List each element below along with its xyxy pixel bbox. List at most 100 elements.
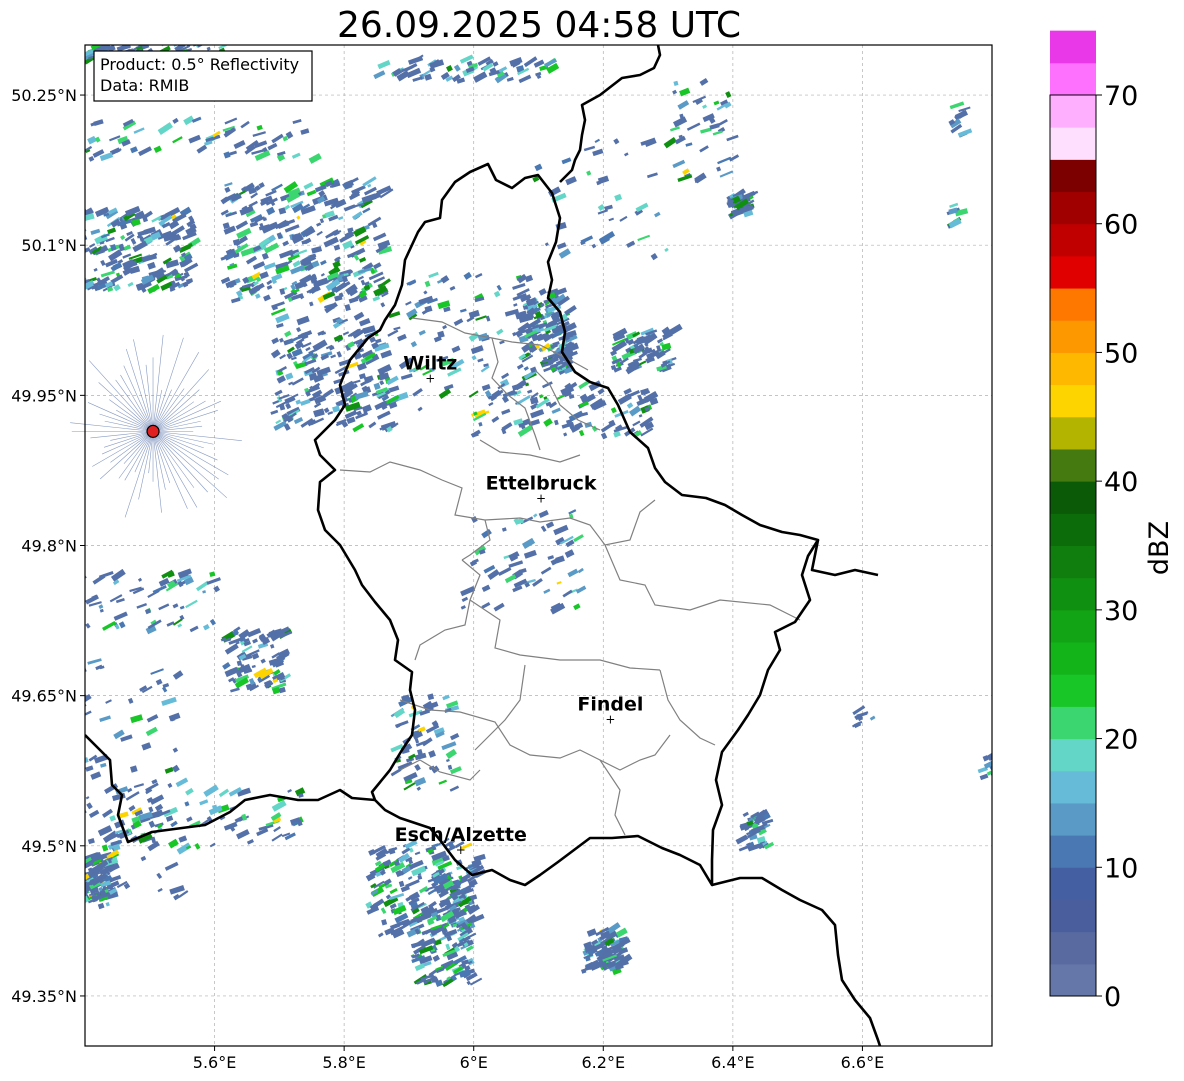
echo-cell [27, 263, 33, 269]
echo-cell [1, 47, 10, 54]
echo-cell [23, 215, 35, 225]
echo-cell [46, 276, 54, 281]
echo-cell [1, 154, 10, 161]
echo-cell [4, 51, 11, 56]
echo-cell [76, 800, 81, 807]
echo-cell [30, 227, 42, 234]
radar-figure: 26.09.2025 04:58 UTC +Wiltz+Ettelbruck+F… [0, 5, 1175, 1072]
echo-cell [117, 37, 129, 45]
colorbar-segment [1050, 867, 1096, 900]
lon-tick-label: 5.8°E [322, 1053, 366, 1072]
echo-cell [66, 44, 79, 50]
echo-cell [26, 280, 31, 285]
echo-cell [53, 257, 58, 263]
echo-cell [45, 52, 50, 57]
colorbar-tick-label: 0 [1104, 982, 1121, 1013]
map-panel: +Wiltz+Ettelbruck+Findel+Esch/Alzette 5.… [0, 31, 1001, 1072]
colorbar-tick-label: 50 [1104, 338, 1138, 369]
echo-cell [21, 125, 35, 134]
echo-cell [56, 887, 63, 894]
echo-cell [41, 207, 54, 217]
echo-cell [37, 615, 49, 622]
echo-cell [8, 121, 13, 125]
echo-cell [34, 43, 48, 53]
echo-cell [108, 31, 119, 40]
echo-cell [40, 221, 56, 231]
echo-cell [62, 284, 72, 291]
echo-cell [69, 740, 81, 748]
echo-cell [85, 869, 86, 880]
echo-cell [13, 271, 18, 275]
echo-cell [992, 770, 1001, 778]
echo-cell [79, 896, 84, 900]
echo-cell [51, 681, 56, 686]
echo-cell [32, 212, 45, 222]
echo-cell [66, 223, 71, 228]
echo-cell [52, 265, 66, 277]
echo-cell [28, 574, 43, 582]
echo-cell [44, 886, 58, 896]
lon-tick-label: 6.2°E [582, 1053, 626, 1072]
echo-cell [146, 31, 160, 39]
echo-cell [54, 614, 65, 621]
echo-cell [38, 264, 51, 272]
echo-cell [85, 218, 86, 229]
echo-cell [73, 870, 83, 877]
echo-cell [71, 876, 79, 882]
echo-cell [56, 285, 65, 290]
colorbar-segment [1050, 545, 1096, 579]
echo-cell [53, 277, 59, 284]
echo-cell [29, 626, 36, 633]
echo-cell [156, 34, 160, 37]
colorbar-segment [1050, 770, 1096, 804]
lat-tick-label: 50.25°N [11, 86, 77, 105]
echo-cell [39, 266, 48, 272]
echo-cell [46, 756, 52, 762]
echo-cell [39, 624, 47, 631]
lat-tick-label: 49.65°N [11, 687, 77, 706]
echo-cell [17, 276, 30, 286]
echo-cell [35, 153, 40, 159]
echo-cell [26, 51, 32, 56]
colorbar-segment [1050, 802, 1096, 836]
echo-cell [50, 224, 64, 235]
echo-cell [182, 31, 192, 38]
echo-cell [65, 258, 71, 264]
echo-cell [69, 213, 83, 222]
echo-cell [76, 53, 83, 59]
echo-cell [95, 36, 105, 42]
echo-cell [71, 882, 83, 892]
city-label: Wiltz [403, 352, 457, 374]
lat-tick-label: 50.1°N [21, 236, 77, 255]
echo-cell [26, 216, 36, 223]
echo-cell [60, 578, 68, 585]
echo-cell [34, 38, 39, 42]
echo-cell [72, 214, 78, 220]
echo-cell [10, 244, 19, 251]
echo-cell [76, 667, 83, 675]
echo-cell [78, 269, 83, 274]
echo-cell [62, 805, 69, 811]
echo-cell [65, 709, 76, 718]
echo-cell [0, 37, 5, 45]
echo-cell [51, 589, 58, 596]
colorbar-segment [1050, 127, 1096, 160]
echo-cell [72, 859, 83, 867]
echo-cell [43, 286, 53, 294]
echo-cell [54, 52, 68, 62]
echo-cell [11, 254, 23, 263]
echo-cell [41, 54, 51, 63]
echo-cell [0, 36, 3, 44]
echo-cell [96, 36, 108, 44]
echo-cell [17, 206, 31, 214]
echo-cell [64, 726, 70, 730]
colorbar-tick-label: 20 [1104, 725, 1138, 756]
echo-cell [74, 900, 79, 904]
echo-cell [65, 44, 72, 49]
echo-cell [5, 49, 11, 56]
city-label: Ettelbruck [486, 472, 597, 494]
echo-cell [48, 126, 58, 134]
echo-cell [85, 894, 86, 904]
colorbar-segment [1050, 706, 1096, 740]
echo-cell [65, 620, 75, 628]
